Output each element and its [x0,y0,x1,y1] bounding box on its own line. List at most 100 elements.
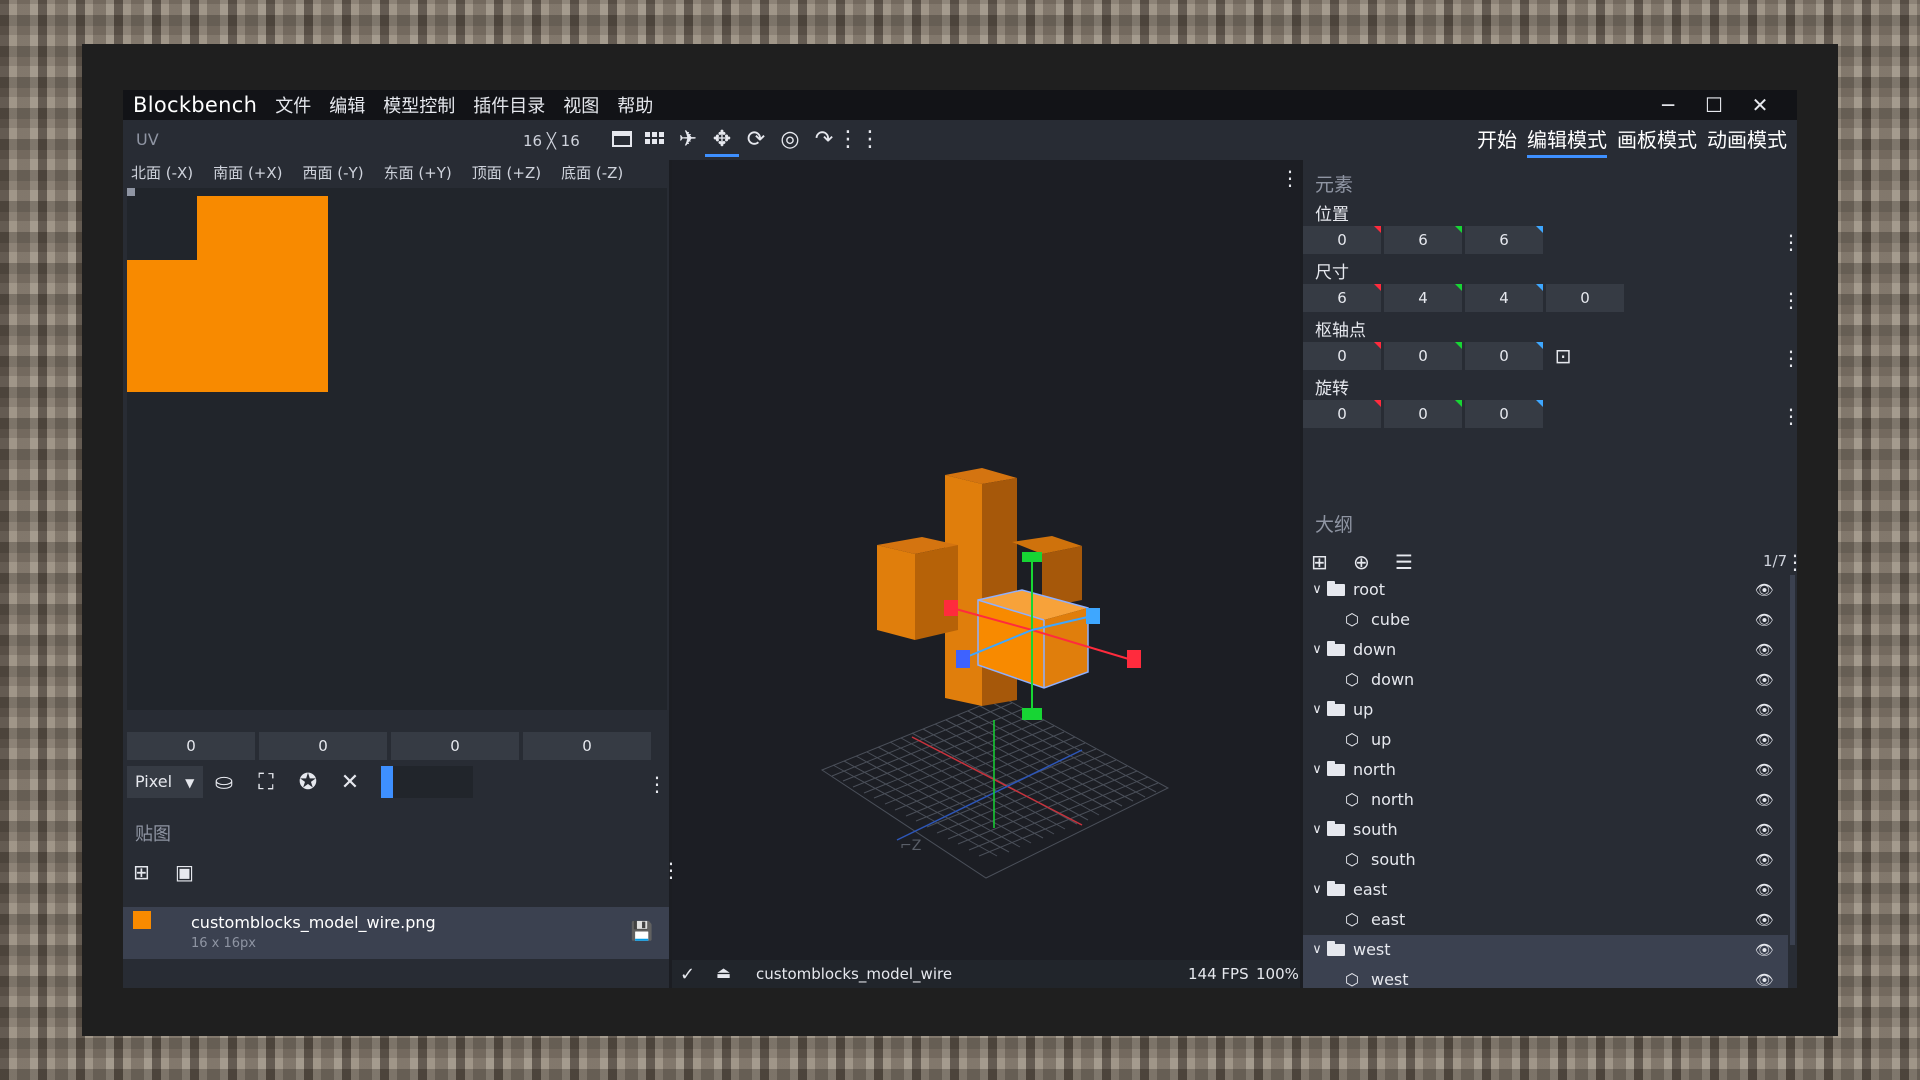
uv-x1-input[interactable]: 0 [127,732,255,760]
chevron-down-icon[interactable]: ∨ [1309,695,1325,725]
3d-viewport[interactable]: ⋮ ⌐Z [672,160,1300,960]
eye-icon[interactable]: 👁 [1755,905,1774,935]
eye-icon[interactable]: 👁 [1755,665,1774,695]
add-texture-icon[interactable]: ⊞ [133,860,175,884]
import-texture-icon[interactable]: ▣ [175,860,217,884]
eye-icon[interactable]: 👁 [1755,845,1774,875]
cube-north[interactable]: ⬡ north 👁 [1303,785,1788,815]
eye-icon[interactable]: 👁 [1755,725,1774,755]
group-up[interactable]: ∨ up 👁 [1303,695,1788,725]
eye-icon[interactable]: 👁 [1755,785,1774,815]
tab-paint[interactable]: 画板模式 [1617,124,1697,158]
pivot-tool-icon[interactable]: ◎ [773,126,807,154]
group-south[interactable]: ∨ south 👁 [1303,815,1788,845]
chevron-down-icon[interactable]: ∨ [1309,815,1325,845]
position-z-input[interactable]: 6 [1465,226,1543,254]
position-x-input[interactable]: 0 [1303,226,1381,254]
rotate-tool-icon[interactable]: ⟳ [739,126,773,154]
size-more-icon[interactable]: ⋮ [1781,290,1797,310]
close-button[interactable]: ✕ [1737,93,1783,117]
clear-uv-icon[interactable]: ✕ [329,770,371,795]
group-root[interactable]: ∨ root 👁 [1303,575,1788,605]
fullscreen-uv-icon[interactable] [609,128,635,150]
rotation-z-input[interactable]: 0 [1465,400,1543,428]
eye-icon[interactable]: 👁 [1755,815,1774,845]
cube-west[interactable]: ⬡ west 👁 [1303,965,1788,988]
pivot-x-input[interactable]: 0 [1303,342,1381,370]
cube-up[interactable]: ⬡ up 👁 [1303,725,1788,755]
texture-item[interactable]: customblocks_model_wire.png 16 x 16px 💾 [123,907,669,959]
menu-model[interactable]: 模型控制 [383,92,455,118]
uv-canvas[interactable] [127,188,667,710]
eye-icon[interactable]: 👁 [1755,695,1774,725]
pivot-z-input[interactable]: 0 [1465,342,1543,370]
uv-x2-input[interactable]: 0 [391,732,519,760]
rotation-more-icon[interactable]: ⋮ [1781,406,1797,426]
textures-more-icon[interactable]: ⋮ [661,860,681,880]
eye-icon[interactable]: 👁 [1755,755,1774,785]
auto-uv-icon[interactable]: ✪ [287,770,329,795]
menu-help[interactable]: 帮助 [617,92,653,118]
group-north[interactable]: ∨ north 👁 [1303,755,1788,785]
cube-cube[interactable]: ⬡ cube 👁 [1303,605,1788,635]
add-group-icon[interactable]: ⊕ [1353,550,1395,574]
eye-icon[interactable]: 👁 [1755,965,1774,988]
uv-handle[interactable] [127,188,135,196]
size-z-input[interactable]: 4 [1465,284,1543,312]
position-y-input[interactable]: 6 [1384,226,1462,254]
menu-file[interactable]: 文件 [275,92,311,118]
group-east[interactable]: ∨ east 👁 [1303,875,1788,905]
position-more-icon[interactable]: ⋮ [1781,232,1797,252]
inflate-input[interactable]: 0 [1546,284,1624,312]
cube-east[interactable]: ⬡ east 👁 [1303,905,1788,935]
uv-mode-select[interactable]: Pixel ▼ [127,766,203,798]
minimize-button[interactable]: ─ [1645,93,1691,117]
maximize-button[interactable]: ☐ [1691,93,1737,117]
cube-south[interactable]: ⬡ south 👁 [1303,845,1788,875]
resize-tool-icon[interactable]: ↷ [807,126,841,154]
cube-down[interactable]: ⬡ down 👁 [1303,665,1788,695]
rotation-slider-thumb[interactable] [381,766,393,798]
eye-icon[interactable]: 👁 [1755,635,1774,665]
rotation-x-input[interactable]: 0 [1303,400,1381,428]
tab-animate[interactable]: 动画模式 [1707,124,1787,158]
uv-y1-input[interactable]: 0 [259,732,387,760]
paint-bucket-icon[interactable]: ⛀ [203,770,245,795]
center-pivot-icon[interactable]: ⊡ [1546,342,1580,370]
eye-icon[interactable]: 👁 [1755,605,1774,635]
menu-plugins[interactable]: 插件目录 [473,92,545,118]
menu-view[interactable]: 视图 [563,92,599,118]
collapse-all-icon[interactable]: ☰ [1395,550,1437,574]
chevron-down-icon[interactable]: ∨ [1309,755,1325,785]
save-texture-icon[interactable]: 💾 [631,921,653,942]
add-cube-icon[interactable]: ⊞ [1311,550,1353,574]
chevron-down-icon[interactable]: ∨ [1309,875,1325,905]
move-tool-icon[interactable]: ✥ [705,126,739,157]
pivot-y-input[interactable]: 0 [1384,342,1462,370]
maximize-uv-icon[interactable]: ⛶ [245,770,287,795]
toolbar-more-icon[interactable]: ⋮⋮ [837,126,881,154]
grid-icon[interactable] [641,128,667,150]
group-west[interactable]: ∨ west 👁 [1303,935,1788,965]
outliner-more-icon[interactable]: ⋮ [1785,552,1797,572]
size-y-input[interactable]: 4 [1384,284,1462,312]
rotation-slider[interactable] [393,766,473,798]
vertex-snap-icon[interactable]: ✈ [671,126,705,154]
eye-icon[interactable]: 👁 [1755,875,1774,905]
menu-edit[interactable]: 编辑 [329,92,365,118]
chevron-down-icon[interactable]: ∨ [1309,935,1325,965]
chevron-down-icon[interactable]: ∨ [1309,575,1325,605]
z-axis-line [896,749,1083,841]
eye-icon[interactable]: 👁 [1755,575,1774,605]
outliner-scrollbar[interactable] [1790,575,1795,945]
uv-more-icon[interactable]: ⋮ [647,774,667,794]
group-down[interactable]: ∨ down 👁 [1303,635,1788,665]
rotation-y-input[interactable]: 0 [1384,400,1462,428]
uv-y2-input[interactable]: 0 [523,732,651,760]
size-x-input[interactable]: 6 [1303,284,1381,312]
chevron-down-icon[interactable]: ∨ [1309,635,1325,665]
tab-start[interactable]: 开始 [1477,124,1517,158]
pivot-more-icon[interactable]: ⋮ [1781,348,1797,368]
eye-icon[interactable]: 👁 [1755,935,1774,965]
tab-edit[interactable]: 编辑模式 [1527,124,1607,158]
